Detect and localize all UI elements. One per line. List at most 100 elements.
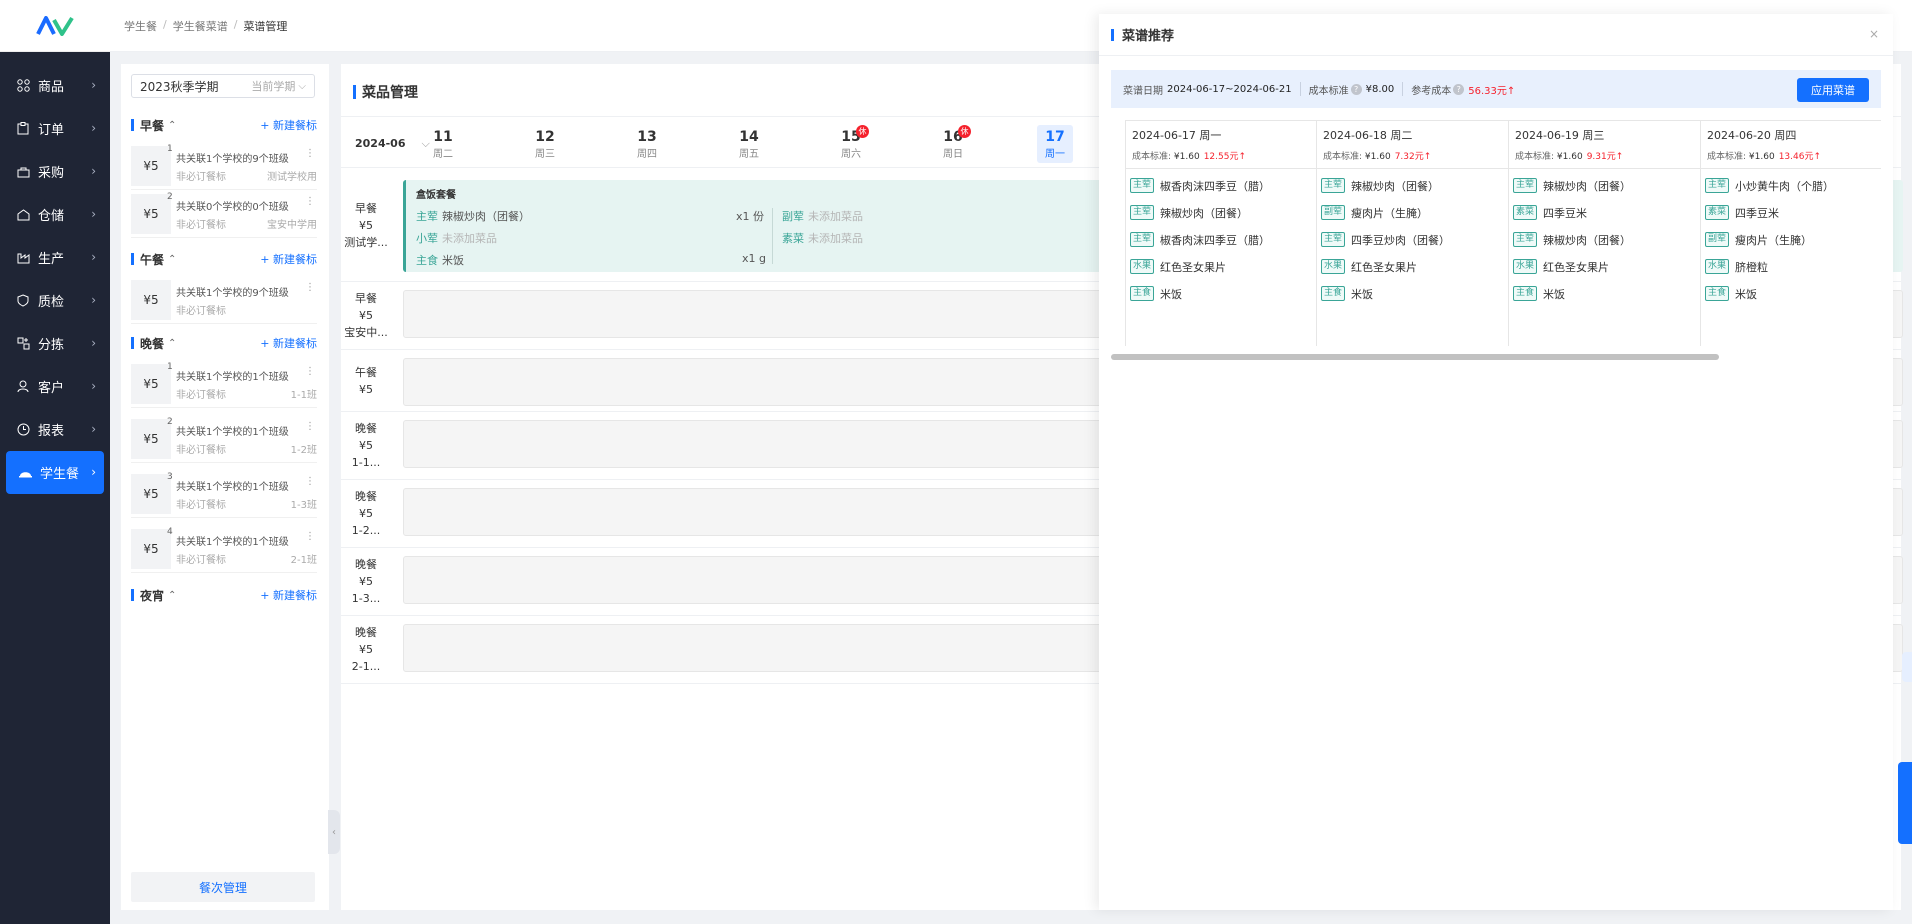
nav-item-sorting[interactable]: 分拣 › xyxy=(0,322,110,365)
section-title: 晚餐 xyxy=(140,336,165,351)
more-icon[interactable]: ⋮ xyxy=(305,531,315,542)
day-cell[interactable]: 16 周日休 xyxy=(935,125,971,160)
dish-tag: 主食 xyxy=(1513,286,1538,301)
nav-label: 生产 xyxy=(38,252,65,267)
nav-item-warehouse[interactable]: 仓储 › xyxy=(0,193,110,236)
more-icon[interactable]: ⋮ xyxy=(305,196,315,207)
dish-name: 椒香肉沫四季豆（腊） xyxy=(1160,179,1271,193)
dish-name: 米饭 xyxy=(442,254,464,267)
cost-value: ¥1.60 xyxy=(1364,152,1391,162)
meal-card[interactable]: ¥5 3 共关联1个学校的1个班级 非必订餐标 1-3班 ⋮ xyxy=(131,472,317,518)
semester-value: 2023秋季学期 xyxy=(140,79,219,94)
breadcrumb-item[interactable]: 学生餐 xyxy=(124,18,157,34)
more-icon[interactable]: ⋮ xyxy=(305,366,315,377)
card-index: 1 xyxy=(167,144,173,154)
chevron-right-icon: › xyxy=(91,336,96,350)
help-icon[interactable]: ? xyxy=(1453,83,1465,95)
meal-card[interactable]: ¥5 1 共关联1个学校的1个班级 非必订餐标 1-1班 ⋮ xyxy=(131,362,317,408)
add-standard-button[interactable]: + 新建餐标 xyxy=(260,335,317,351)
weekday: 周一 xyxy=(1045,149,1065,160)
combo-title: 盒饭套餐 xyxy=(416,190,456,201)
card-type: 非必订餐标 xyxy=(176,390,226,401)
bag-icon xyxy=(16,165,30,179)
user-icon xyxy=(16,380,30,394)
chevron-up-icon[interactable]: ⌃ xyxy=(168,254,176,265)
dish-item: 水果 红色圣女果片 xyxy=(1126,253,1316,280)
chevron-up-icon[interactable]: ⌃ xyxy=(168,120,176,131)
day-cell-selected[interactable]: 17 周一 xyxy=(1037,125,1073,163)
meal-card[interactable]: ¥5 4 共关联1个学校的1个班级 非必订餐标 2-1班 ⋮ xyxy=(131,527,317,573)
dish-name: 辣椒炒肉（团餐） xyxy=(1543,179,1632,193)
chevron-up-icon[interactable]: ⌃ xyxy=(168,590,176,601)
card-index: 2 xyxy=(167,417,173,427)
row-class: 1-2... xyxy=(351,524,381,537)
day-cell[interactable]: 14 周五 xyxy=(731,129,767,160)
dish-name: 瘦肉片（生腌） xyxy=(1351,206,1429,220)
section-title: 夜宵 xyxy=(140,588,165,603)
card-type: 非必订餐标 xyxy=(176,555,226,566)
side-tab[interactable] xyxy=(1902,652,1912,682)
row-meal: 晚餐 xyxy=(355,558,377,571)
dish-tag: 主荤 xyxy=(1130,232,1155,247)
nav-label: 报表 xyxy=(38,424,65,439)
price-box: ¥5 xyxy=(131,194,171,234)
more-icon[interactable]: ⋮ xyxy=(305,421,315,432)
warehouse-icon xyxy=(16,208,30,222)
apply-recipe-button[interactable]: 应用菜谱 xyxy=(1797,78,1869,102)
day-cost: 成本标准: ¥1.60 9.31元↑ xyxy=(1509,139,1700,169)
help-icon[interactable]: ? xyxy=(1350,83,1362,95)
logo[interactable] xyxy=(0,0,110,52)
dish-item: 副荤 瘦肉片（生腌） xyxy=(1701,226,1881,253)
more-icon[interactable]: ⋮ xyxy=(305,282,315,293)
close-icon[interactable]: × xyxy=(1869,27,1879,41)
nav-item-orders[interactable]: 订单 › xyxy=(0,107,110,150)
meal-manage-button[interactable]: 餐次管理 xyxy=(131,872,315,902)
row-price: ¥5 xyxy=(359,382,373,396)
horizontal-scrollbar[interactable] xyxy=(1111,354,1719,360)
row-label: 晚餐 ¥5 1-3... xyxy=(341,548,391,615)
day-cell[interactable]: 15 周六休 xyxy=(833,125,869,160)
day-cell[interactable]: 11 周二 xyxy=(425,129,461,160)
day-cell[interactable]: 13 周四 xyxy=(629,129,665,160)
meal-card[interactable]: ¥5 2 共关联0个学校的0个班级 非必订餐标 宝安中学用 ⋮ xyxy=(131,192,317,238)
price-box: ¥5 xyxy=(131,364,171,404)
breadcrumb-item[interactable]: 学生餐菜谱 xyxy=(173,18,228,34)
chevron-up-icon[interactable]: ⌃ xyxy=(168,338,176,349)
cost-label: 成本标准: xyxy=(1323,152,1363,162)
page-title: 菜品管理 xyxy=(353,82,418,102)
more-icon[interactable]: ⋮ xyxy=(305,148,315,159)
meal-card[interactable]: ¥5 1 共关联1个学校的9个班级 非必订餐标 测试学校用 ⋮ xyxy=(131,144,317,190)
dish-name: 辣椒炒肉（团餐） xyxy=(1543,233,1632,247)
meal-standard-panel: 2023秋季学期 当前学期 ⌵ 早餐 ⌃ + 新建餐标 ¥5 1 共关联1个学校的9个班… xyxy=(121,64,329,910)
nav-item-quality[interactable]: 质检 › xyxy=(0,279,110,322)
nav-item-purchase[interactable]: 采购 › xyxy=(0,150,110,193)
nav-item-production[interactable]: 生产 › xyxy=(0,236,110,279)
day-date: 2024-06-18 周二 xyxy=(1323,129,1413,142)
dish-qty: x1 g xyxy=(742,252,766,265)
more-icon[interactable]: ⋮ xyxy=(305,476,315,487)
nav-label: 订单 xyxy=(38,123,65,138)
dish-tag: 主荤 xyxy=(1321,178,1346,193)
chevron-down-icon: ⌵ xyxy=(298,80,306,92)
meal-card[interactable]: ¥5 2 共关联1个学校的1个班级 非必订餐标 1-2班 ⋮ xyxy=(131,417,317,463)
nav-item-goods[interactable]: 商品 › xyxy=(0,64,110,107)
price-box: ¥5 xyxy=(131,529,171,569)
dish-tag: 主荤 xyxy=(1513,232,1538,247)
row-label: 午餐 ¥5 xyxy=(341,350,391,411)
nav-item-reports[interactable]: 报表 › xyxy=(0,408,110,451)
row-meal: 早餐 xyxy=(355,292,377,305)
dish-name: 辣椒炒肉（团餐） xyxy=(1351,179,1440,193)
collapse-panel-button[interactable]: ‹ xyxy=(328,810,340,854)
semester-select[interactable]: 2023秋季学期 当前学期 ⌵ xyxy=(131,74,315,98)
add-standard-button[interactable]: + 新建餐标 xyxy=(260,587,317,603)
card-link-text: 共关联0个学校的0个班级 xyxy=(176,202,289,213)
nav-item-customers[interactable]: 客户 › xyxy=(0,365,110,408)
feedback-tab[interactable] xyxy=(1898,762,1912,844)
month-select[interactable]: 2024-06 ⌵ xyxy=(355,137,430,151)
add-standard-button[interactable]: + 新建餐标 xyxy=(260,251,317,267)
add-standard-button[interactable]: + 新建餐标 xyxy=(260,117,317,133)
nav-item-student-meal[interactable]: 学生餐 › xyxy=(6,451,104,494)
card-index: 1 xyxy=(167,362,173,372)
meal-card[interactable]: ¥5 共关联1个学校的9个班级 非必订餐标 ⋮ xyxy=(131,278,317,324)
day-cell[interactable]: 12 周三 xyxy=(527,129,563,160)
